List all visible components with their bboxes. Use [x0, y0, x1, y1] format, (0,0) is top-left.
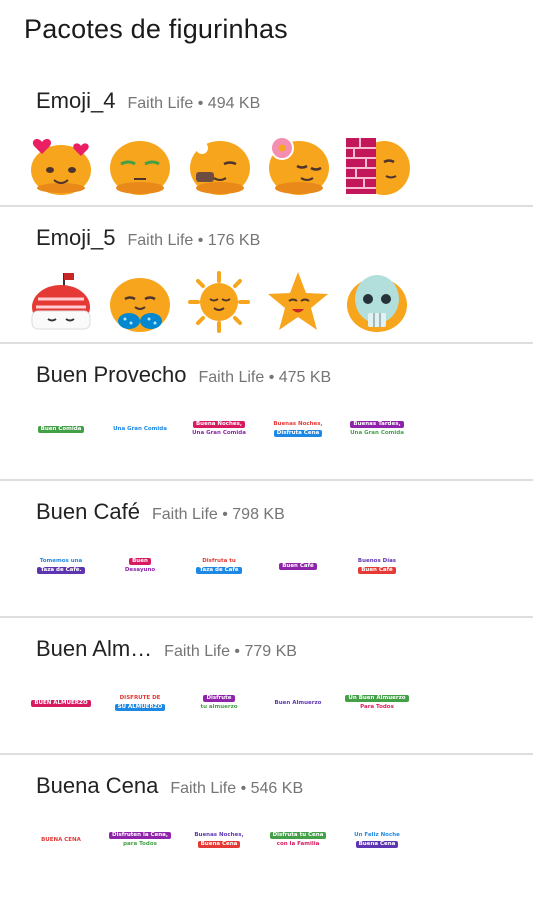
pack-name: Emoji_4 [36, 88, 116, 113]
sticker-preview-row: Tomemos una Taza de Café. Buen Desayuno Disf… [28, 543, 410, 589]
text-sticker: Disfruta tu Cena con la Familia [265, 817, 331, 863]
text-sticker-line: Una Gran Comida [113, 425, 167, 432]
text-sticker: Disfruta tu Taza de Café [186, 543, 252, 589]
text-sticker-line: Buenas Noches, [273, 421, 323, 427]
star-emoji-icon [265, 269, 331, 335]
sticker-preview-row [28, 269, 410, 335]
text-sticker-line: Una Gran Comida [350, 430, 404, 436]
text-sticker-line: Disfruten la Cena, [109, 832, 171, 839]
text-sticker: Buen Café [265, 543, 331, 589]
pack-meta: Faith Life • 176 KB [127, 232, 261, 249]
sticker-pack-emoji-4[interactable]: Emoji_4 Faith Life • 494 KB [0, 70, 533, 207]
text-sticker: Tomemos una Taza de Café. [28, 543, 94, 589]
text-sticker-line: Un Buen Almuerzo [345, 695, 409, 702]
text-sticker-line: Taza de Café [196, 567, 242, 574]
text-sticker: Buenos Días Buen Café [344, 543, 410, 589]
pack-name: Buen Café [36, 499, 140, 524]
text-sticker-line: Una Gran Comida [192, 430, 246, 436]
text-sticker-line: BUEN ALMUERZO [31, 699, 91, 707]
pack-meta: Faith Life • 494 KB [127, 95, 261, 112]
pack-name: Emoji_5 [36, 225, 116, 250]
text-sticker-line: Tomemos una [39, 558, 83, 564]
sticker-pack-buena-cena[interactable]: Buena Cena Faith Life • 546 KB BUENA CEN… [0, 755, 533, 892]
sticker-preview-row [28, 132, 410, 198]
text-sticker-line: Buen Café [358, 567, 396, 574]
text-sticker-line: Disfruta Cena [273, 430, 323, 437]
pack-meta: Faith Life • 475 KB [198, 369, 332, 386]
text-sticker-line: Buen Comida [37, 425, 85, 433]
sticker-preview-row: Buen Comida Una Gran Comida Buena Noches, U… [28, 406, 410, 452]
brick-wall-emoji-icon [344, 132, 410, 198]
text-sticker-line: DISFRUTE DE [119, 695, 161, 701]
text-sticker-line: Buen Almuerzo [274, 699, 322, 706]
tired-emoji-icon [107, 132, 173, 198]
text-sticker-line: Taza de Café. [37, 567, 85, 574]
sticker-preview-row: BUENA CENA Disfruten la Cena, para Todos Bu… [28, 817, 410, 863]
text-sticker: Buenas Noches, Buena Cena [186, 817, 252, 863]
donut-emoji-icon [265, 132, 331, 198]
text-sticker-line: Disfrute [203, 695, 235, 702]
text-sticker-line: Buena Noches, [192, 421, 246, 428]
text-sticker: Disfruten la Cena, para Todos [107, 817, 173, 863]
text-sticker: Buen Comida [28, 406, 94, 452]
text-sticker-line: Buenas Noches, [194, 832, 244, 838]
sticker-pack-list: Emoji_4 Faith Life • 494 KB Emoji_5 Fait… [0, 70, 533, 892]
text-sticker-line: con la Familia [276, 841, 320, 847]
text-sticker: Buen Desayuno [107, 543, 173, 589]
text-sticker: DISFRUTE DE SU ALMUERZO [107, 680, 173, 726]
pack-meta: Faith Life • 546 KB [170, 780, 304, 797]
sushi-emoji-icon [28, 269, 94, 335]
text-sticker: Una Gran Comida [107, 406, 173, 452]
text-sticker-line: Buenas Tardes, [350, 421, 404, 428]
text-sticker: Disfrute tu almuerzo [186, 680, 252, 726]
text-sticker-line: SU ALMUERZO [114, 704, 166, 711]
sticker-pack-buen-provecho[interactable]: Buen Provecho Faith Life • 475 KB Buen C… [0, 344, 533, 481]
text-sticker-line: Buen Café [279, 562, 317, 570]
pack-name: Buena Cena [36, 773, 159, 798]
text-sticker-line: Un Feliz Noche [354, 832, 400, 838]
skull-emoji-icon [344, 269, 410, 335]
text-sticker: Buena Noches, Una Gran Comida [186, 406, 252, 452]
text-sticker-line: Buena Cena [197, 841, 241, 848]
text-sticker: BUENA CENA [28, 817, 94, 863]
sticker-preview-row: BUEN ALMUERZO DISFRUTE DE SU ALMUERZO Disfr… [28, 680, 410, 726]
text-sticker-line: Buena Cena [355, 841, 399, 848]
sticker-pack-emoji-5[interactable]: Emoji_5 Faith Life • 176 KB [0, 207, 533, 344]
text-sticker-line: BUENA CENA [41, 836, 81, 843]
text-sticker-line: Desayuno [124, 567, 156, 573]
text-sticker-line: Disfruta tu Cena [269, 832, 327, 839]
text-sticker-line: para Todos [123, 841, 157, 847]
text-sticker: Buen Almuerzo [265, 680, 331, 726]
sticker-pack-buen-cafe[interactable]: Buen Café Faith Life • 798 KB Tomemos un… [0, 481, 533, 618]
text-sticker-line: Disfruta tu [202, 558, 236, 564]
pack-name: Buen Alm… [36, 636, 153, 661]
text-sticker-line: Buen [129, 558, 151, 565]
page-title: Pacotes de figurinhas [24, 14, 288, 44]
sun-emoji-icon [186, 269, 252, 335]
sticker-pack-buen-almuerzo[interactable]: Buen Alm… Faith Life • 779 KB BUEN ALMUE… [0, 618, 533, 755]
cookie-eating-emoji-icon [186, 132, 252, 198]
pack-name: Buen Provecho [36, 362, 187, 387]
text-sticker: BUEN ALMUERZO [28, 680, 94, 726]
text-sticker: Un Buen Almuerzo Para Todos [344, 680, 410, 726]
text-sticker: Buenas Tardes, Una Gran Comida [344, 406, 410, 452]
pack-meta: Faith Life • 779 KB [164, 643, 297, 660]
pack-meta: Faith Life • 798 KB [151, 506, 285, 523]
text-sticker-line: Buenos Días [357, 558, 397, 564]
bikini-emoji-icon [107, 269, 173, 335]
text-sticker: Buenas Noches, Disfruta Cena [265, 406, 331, 452]
text-sticker: Un Feliz Noche Buena Cena [344, 817, 410, 863]
text-sticker-line: tu almuerzo [200, 704, 238, 710]
text-sticker-line: Para Todos [360, 704, 394, 710]
hearts-emoji-icon [28, 132, 94, 198]
